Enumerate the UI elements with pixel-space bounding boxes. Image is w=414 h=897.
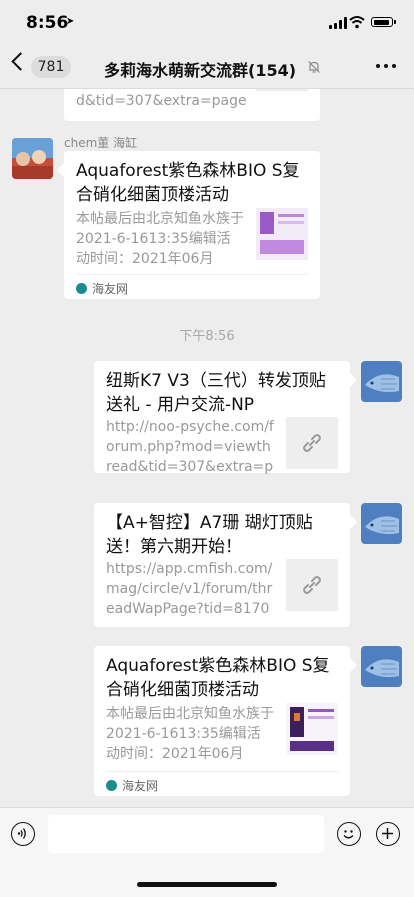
link-title: 纽斯K7 V3（三代）转发顶贴送礼 - 用户交流-NP [106, 371, 326, 415]
article-description: 本帖最后由北京知鱼水族于2021-6-1613:35编辑活动时间：2021年06… [76, 211, 244, 267]
timestamp: 下午8:56 [179, 329, 235, 344]
link-description: http://noo-psyche.com/forum.php?mod=view… [106, 419, 274, 475]
source-label: 海友网 [92, 282, 129, 296]
link-thumbnail [256, 89, 308, 91]
link-description: https://app.cmfish.com/mag/circle/v1/for… [106, 561, 273, 617]
article-thumbnail [286, 703, 338, 755]
message-input[interactable] [48, 815, 324, 853]
bell-slash-icon [308, 61, 320, 73]
article-title: Aquaforest紫色森林BIO S复合硝化细菌顶楼活动 [76, 161, 300, 205]
link-thumbnail [286, 417, 338, 469]
sender-name: chem董 海缸 [64, 136, 138, 150]
avatar[interactable] [12, 138, 53, 179]
signal-icon [329, 17, 347, 29]
link-title: 【A+智控】A7珊 瑚灯顶贴送！第六期开始！ [106, 513, 313, 557]
source-label: 海友网 [122, 779, 159, 793]
my-avatar[interactable] [361, 361, 402, 402]
article-title: Aquaforest紫色森林BIO S复合硝化细菌顶楼活动 [106, 656, 330, 700]
voice-icon[interactable] [11, 822, 35, 846]
article-message-card[interactable]: Aquaforest紫色森林BIO S复合硝化细菌顶楼活动 本帖最后由北京知鱼水… [94, 646, 358, 796]
chat-title: 多莉海水萌新交流群(154) [104, 61, 297, 80]
wifi-icon [349, 16, 365, 29]
link-message-card[interactable]: 【A+智控】A7珊 瑚灯顶贴送！第六期开始！ https://app.cmfis… [94, 503, 358, 627]
location-arrow-icon: ➤ [66, 16, 75, 27]
plus-icon[interactable] [376, 822, 400, 846]
article-description: 本帖最后由北京知鱼水族于2021-6-1613:35编辑活动时间：2021年06… [106, 706, 274, 762]
link-icon [303, 434, 321, 452]
link-message-card[interactable]: d&tid=307&extra=page... [64, 89, 320, 121]
link-thumbnail [286, 559, 338, 611]
link-description: d&tid=307&extra=page... [76, 93, 246, 109]
my-avatar[interactable] [361, 503, 402, 544]
my-avatar[interactable] [361, 646, 402, 687]
status-time: 8:56 [26, 13, 69, 33]
article-source: 海友网 [76, 280, 128, 297]
article-source: 海友网 [106, 777, 158, 794]
article-thumbnail [256, 208, 308, 260]
home-indicator [137, 882, 277, 887]
more-options-icon[interactable] [376, 64, 396, 68]
source-logo-icon [106, 780, 117, 791]
link-message-card[interactable]: 纽斯K7 V3（三代）转发顶贴送礼 - 用户交流-NP http://noo-p… [94, 361, 358, 475]
article-message-card[interactable]: Aquaforest紫色森林BIO S复合硝化细菌顶楼活动 本帖最后由北京知鱼水… [56, 151, 320, 299]
chat-messages[interactable]: d&tid=307&extra=page... chem董 海缸 Aquafor… [0, 89, 414, 807]
battery-icon [371, 17, 396, 27]
link-icon [303, 576, 321, 594]
emoji-icon[interactable] [337, 822, 361, 846]
unread-count-badge[interactable]: 781 [31, 56, 71, 78]
source-logo-icon [76, 283, 87, 294]
